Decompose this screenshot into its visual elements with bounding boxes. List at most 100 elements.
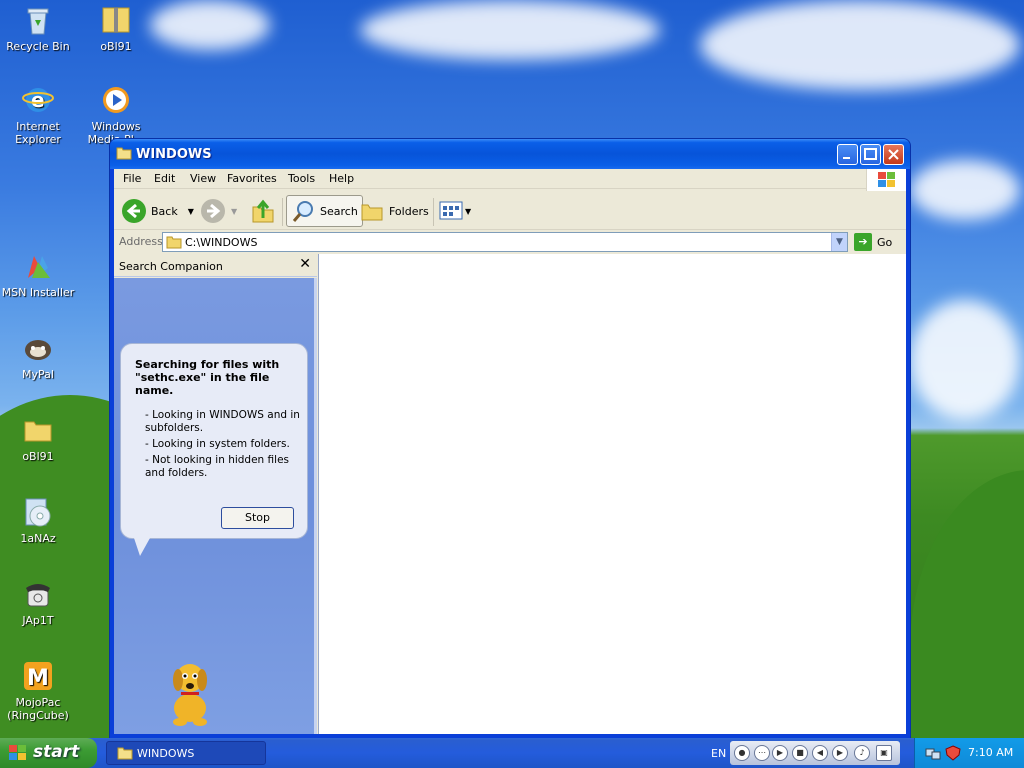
go-button[interactable]: ➔ Go [854, 232, 892, 252]
desktop-icon-1anaz[interactable]: 1aNAz [0, 496, 76, 545]
search-companion-pane: Searching for files with "sethc.exe" in … [114, 278, 317, 734]
desktop-icon-windows-media-player[interactable]: Windows Media Pl... [78, 84, 154, 146]
desktop-icon-msn-installer[interactable]: MSN Installer [0, 250, 76, 299]
desktop-icon-obl91-folder[interactable]: oBl91 [0, 414, 76, 463]
start-button[interactable]: start [0, 738, 97, 768]
menu-bar: File Edit View Favorites Tools Help [114, 169, 906, 191]
search-button[interactable]: Search [286, 195, 363, 227]
window-client: File Edit View Favorites Tools Help Back… [114, 169, 906, 734]
up-folder-icon [252, 199, 274, 223]
toolbar-separator [433, 198, 434, 226]
menu-file[interactable]: File [123, 172, 141, 185]
desktop-icon-label: oBl91 [22, 450, 54, 463]
address-label: Address [119, 235, 163, 248]
clock[interactable]: 7:10 AM [968, 746, 1013, 759]
previous-icon[interactable]: ◀ [812, 745, 828, 761]
menu-tools[interactable]: Tools [288, 172, 315, 185]
desktop-icon-internet-explorer[interactable]: e Internet Explorer [0, 84, 76, 146]
restore-player-icon[interactable]: ▣ [876, 745, 892, 761]
address-value: C:\WINDOWS [185, 236, 258, 249]
taskbar-button-windows[interactable]: WINDOWS [106, 741, 266, 765]
cloud [910, 160, 1020, 220]
file-list-area[interactable] [318, 254, 906, 734]
system-tray: 7:10 AM [914, 738, 1024, 768]
maximize-button[interactable] [860, 144, 881, 165]
folder-icon [117, 747, 133, 760]
taskbar-button-label: WINDOWS [137, 747, 195, 760]
desktop-icon-label: JAp1T [22, 614, 54, 627]
desktop-icon-label: oBl91 [100, 40, 132, 53]
media-options-icon[interactable]: ⋯ [754, 745, 770, 761]
play-icon[interactable]: ▶ [772, 745, 788, 761]
recycle-bin-icon [22, 4, 54, 36]
forward-arrow-icon [201, 199, 225, 223]
explorer-window: WINDOWS File Edit View Favorites Tools H… [110, 139, 910, 738]
language-indicator[interactable]: EN [711, 747, 726, 760]
desktop-icon-label: MSN Installer [1, 286, 75, 299]
search-companion-title: Search Companion [119, 260, 223, 273]
address-input[interactable]: C:\WINDOWS ▼ [162, 232, 848, 252]
close-button[interactable] [883, 144, 904, 165]
views-button[interactable]: ▼ [439, 196, 471, 226]
desktop-icon-label: 1aNAz [20, 532, 56, 545]
internet-explorer-icon: e [22, 84, 54, 116]
desktop-icon-mypal[interactable]: MyPal [0, 332, 76, 381]
network-icon[interactable] [925, 745, 941, 761]
minimize-button[interactable] [837, 144, 858, 165]
search-status-item: - Looking in system folders. [145, 438, 290, 450]
folder-icon [116, 146, 132, 164]
cloud [360, 0, 660, 60]
back-arrow-icon [122, 199, 146, 223]
up-folder-button[interactable] [250, 196, 276, 226]
media-logo-icon[interactable]: ● [734, 745, 750, 761]
back-label: Back [151, 204, 178, 218]
next-icon[interactable]: ▶ [832, 745, 848, 761]
bubble-tail [134, 538, 150, 556]
address-bar: Address C:\WINDOWS ▼ ➔ Go [114, 231, 906, 253]
window-title: WINDOWS [136, 147, 212, 162]
cd-icon [22, 496, 54, 528]
go-label: Go [877, 235, 893, 249]
desktop-icon-jap1t[interactable]: JAp1T [0, 578, 76, 627]
menu-favorites[interactable]: Favorites [227, 172, 277, 185]
svg-text:e: e [31, 88, 45, 112]
search-status-heading: Searching for files with "sethc.exe" in … [135, 358, 280, 397]
security-alert-icon[interactable] [945, 745, 961, 761]
folders-icon [361, 204, 383, 221]
title-bar[interactable]: WINDOWS [110, 139, 910, 169]
search-status-item: - Not looking in hidden files and folder… [145, 454, 290, 479]
folders-label: Folders [389, 204, 429, 218]
stop-icon[interactable]: ■ [792, 745, 808, 761]
menu-view[interactable]: View [190, 172, 216, 185]
desktop-icon-label: Recycle Bin [6, 40, 70, 53]
desktop-icon-mojopac[interactable]: M MojoPac (RingCube) [0, 660, 76, 722]
forward-button[interactable]: ▼ [201, 196, 237, 226]
volume-icon[interactable]: ♪ [854, 745, 870, 761]
media-player-icon [100, 84, 132, 116]
desktop-icon-label: MyPal [22, 368, 54, 381]
back-button[interactable]: Back ▼ [122, 196, 194, 226]
menu-edit[interactable]: Edit [154, 172, 175, 185]
toolbar: Back ▼ ▼ Search Folders ▼ [114, 190, 906, 230]
media-toolbar: ● ⋯ ▶ ■ ◀ ▶ ♪ ▣ [730, 741, 900, 765]
zip-folder-icon [100, 4, 132, 36]
toolbar-separator [282, 198, 283, 226]
taskbar: start WINDOWS EN ● ⋯ ▶ ■ ◀ ▶ ♪ ▣ 7:10 AM [0, 738, 1024, 768]
desktop-icon-label: Internet Explorer [15, 120, 61, 146]
dropdown-arrow-icon[interactable]: ▼ [188, 207, 194, 216]
search-status-item: - Looking in WINDOWS and in subfolders. [145, 409, 300, 434]
address-dropdown-button[interactable]: ▼ [831, 233, 847, 251]
search-icon [292, 201, 313, 222]
folder-icon [166, 236, 182, 249]
desktop-icon-label: MojoPac (RingCube) [7, 696, 69, 722]
dropdown-arrow-icon: ▼ [465, 206, 472, 216]
search-label: Search [320, 204, 358, 218]
folder-icon [22, 414, 54, 446]
menu-help[interactable]: Help [329, 172, 354, 185]
desktop-icon-obl91-zip[interactable]: oBl91 [78, 4, 154, 53]
desktop-icon-recycle-bin[interactable]: Recycle Bin [0, 4, 76, 53]
folders-button[interactable]: Folders [360, 196, 429, 226]
stop-button[interactable]: Stop [221, 507, 294, 529]
phone-icon [22, 578, 54, 610]
close-pane-icon[interactable]: ✕ [299, 256, 311, 272]
